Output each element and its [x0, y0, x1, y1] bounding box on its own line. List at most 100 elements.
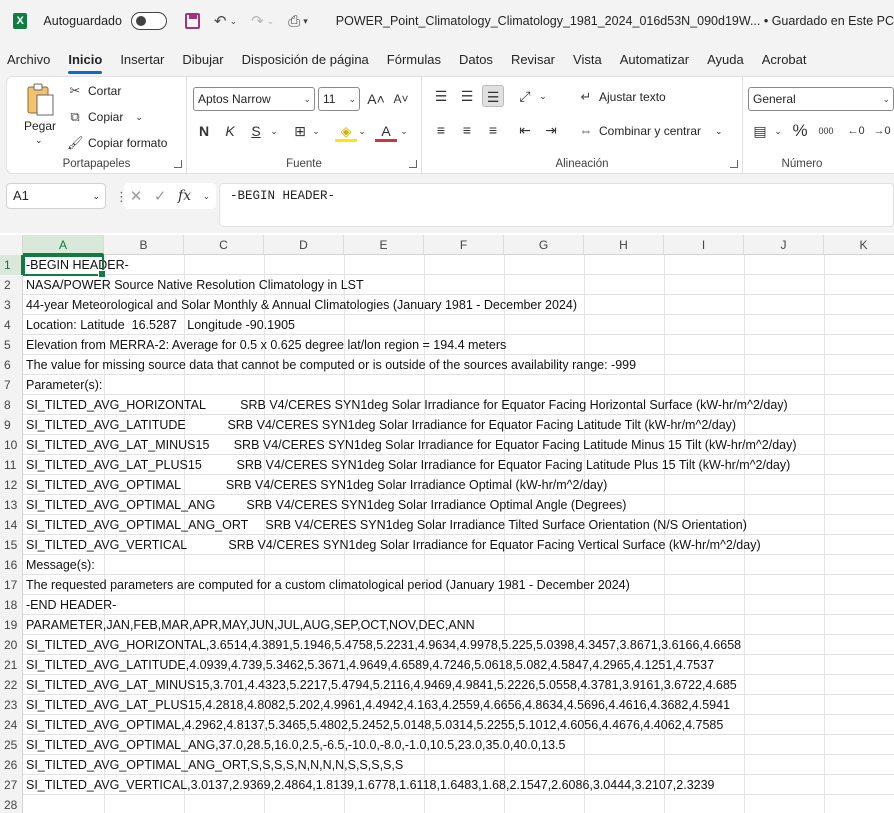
- align-left-icon[interactable]: ≡: [430, 119, 452, 141]
- align-center-icon[interactable]: ≡: [456, 119, 478, 141]
- cancel-icon[interactable]: ✕: [130, 187, 143, 205]
- row-header[interactable]: 10: [0, 435, 23, 455]
- formula-input[interactable]: -BEGIN HEADER-: [219, 183, 894, 227]
- select-all-corner[interactable]: [0, 235, 23, 255]
- tab-dibujar[interactable]: Dibujar: [182, 52, 223, 67]
- row-header[interactable]: 18: [0, 595, 23, 615]
- column-header-i[interactable]: I: [664, 235, 744, 255]
- align-right-icon[interactable]: ≡: [482, 119, 504, 141]
- row-header[interactable]: 6: [0, 355, 23, 375]
- decrease-indent-icon[interactable]: ⇤: [514, 119, 536, 141]
- percent-button[interactable]: %: [789, 120, 811, 142]
- row-header[interactable]: 15: [0, 535, 23, 555]
- align-top-icon[interactable]: ☰: [430, 85, 452, 107]
- align-bottom-icon[interactable]: ☰: [482, 85, 504, 107]
- row-header[interactable]: 3: [0, 295, 23, 315]
- redo-dropdown-icon[interactable]: ⌄: [267, 16, 275, 26]
- cell-a[interactable]: SI_TILTED_AVG_OPTIMAL_ANG_ORT SRB V4/CER…: [26, 515, 747, 535]
- customize-toolbar-icon[interactable]: ▾: [303, 16, 308, 26]
- row-header[interactable]: 13: [0, 495, 23, 515]
- row-header[interactable]: 12: [0, 475, 23, 495]
- row-header[interactable]: 2: [0, 275, 23, 295]
- paste-button[interactable]: Pegar: [24, 119, 56, 133]
- tab-automatizar[interactable]: Automatizar: [620, 52, 689, 67]
- accounting-dropdown-icon[interactable]: ⌄: [767, 120, 789, 142]
- tab-vista[interactable]: Vista: [573, 52, 602, 67]
- cell-a[interactable]: SI_TILTED_AVG_HORIZONTAL,3.6514,4.3891,5…: [26, 635, 741, 655]
- row-header[interactable]: 11: [0, 455, 23, 475]
- portapapeles-launcher-icon[interactable]: [174, 160, 182, 168]
- cell-a[interactable]: 44-year Meteorological and Solar Monthly…: [26, 295, 577, 315]
- row-header[interactable]: 23: [0, 695, 23, 715]
- number-format-combo[interactable]: General ⌄: [748, 87, 894, 111]
- cell-a[interactable]: -END HEADER-: [26, 595, 116, 615]
- merge-dropdown-icon[interactable]: ⌄: [715, 126, 723, 137]
- cell-a[interactable]: SI_TILTED_AVG_OPTIMAL SRB V4/CERES SYN1d…: [26, 475, 607, 495]
- cell-a[interactable]: SI_TILTED_AVG_OPTIMAL_ANG_ORT,S,S,S,S,N,…: [26, 755, 403, 775]
- column-header-d[interactable]: D: [264, 235, 344, 255]
- active-cell-selection[interactable]: [23, 255, 106, 278]
- row-header[interactable]: 21: [0, 655, 23, 675]
- tab-disposicion[interactable]: Disposición de página: [242, 52, 369, 67]
- cell-a[interactable]: Location: Latitude 16.5287 Longitude -90…: [26, 315, 295, 335]
- row-header[interactable]: 7: [0, 375, 23, 395]
- save-icon[interactable]: [185, 13, 200, 29]
- cell-a[interactable]: SI_TILTED_AVG_OPTIMAL_ANG SRB V4/CERES S…: [26, 495, 626, 515]
- format-painter-button[interactable]: 🖌 Copiar formato: [67, 135, 167, 151]
- paste-dropdown-icon[interactable]: ⌄: [35, 135, 43, 146]
- tab-formulas[interactable]: Fórmulas: [387, 52, 441, 67]
- column-header-k[interactable]: K: [824, 235, 894, 255]
- cell-a[interactable]: SI_TILTED_AVG_VERTICAL SRB V4/CERES SYN1…: [26, 535, 761, 555]
- font-size-combo[interactable]: 11 ⌄: [318, 87, 360, 111]
- row-header[interactable]: 24: [0, 715, 23, 735]
- redo-icon[interactable]: ↷: [251, 14, 264, 29]
- merge-center-button[interactable]: ⇔ Combinar y centrar ⌄: [578, 123, 723, 139]
- row-header[interactable]: 1: [0, 255, 23, 275]
- autosave-toggle[interactable]: [130, 12, 168, 30]
- row-header[interactable]: 5: [0, 335, 23, 355]
- tab-archivo[interactable]: Archivo: [7, 52, 50, 67]
- underline-dropdown-icon[interactable]: ⌄: [263, 120, 285, 142]
- grow-font-icon[interactable]: A˄: [365, 88, 387, 110]
- column-header-c[interactable]: C: [184, 235, 264, 255]
- row-header[interactable]: 20: [0, 635, 23, 655]
- wrap-text-button[interactable]: ↵ Ajustar texto: [578, 89, 666, 105]
- copy-button[interactable]: ⧉ Copiar ⌄: [67, 109, 143, 125]
- row-header[interactable]: 4: [0, 315, 23, 335]
- copy-dropdown-icon[interactable]: ⌄: [135, 112, 143, 123]
- row-header[interactable]: 25: [0, 735, 23, 755]
- cell-a[interactable]: SI_TILTED_AVG_HORIZONTAL SRB V4/CERES SY…: [26, 395, 788, 415]
- increase-indent-icon[interactable]: ⇥: [540, 119, 562, 141]
- column-header-h[interactable]: H: [584, 235, 664, 255]
- undo-icon[interactable]: ↶: [214, 14, 227, 29]
- shrink-font-icon[interactable]: A˅: [390, 88, 412, 110]
- font-color-dropdown-icon[interactable]: ⌄: [393, 120, 415, 142]
- column-header-f[interactable]: F: [424, 235, 504, 255]
- row-header[interactable]: 19: [0, 615, 23, 635]
- row-header[interactable]: 14: [0, 515, 23, 535]
- fuente-launcher-icon[interactable]: [409, 160, 417, 168]
- borders-dropdown-icon[interactable]: ⌄: [305, 120, 327, 142]
- cell-a[interactable]: Parameter(s):: [26, 375, 102, 395]
- bold-button[interactable]: N: [193, 120, 215, 142]
- column-header-e[interactable]: E: [344, 235, 424, 255]
- increase-decimal-icon[interactable]: ←0: [845, 120, 867, 142]
- cell-a[interactable]: PARAMETER,JAN,FEB,MAR,APR,MAY,JUN,JUL,AU…: [26, 615, 475, 635]
- orientation-dropdown-icon[interactable]: ⌄: [532, 85, 554, 107]
- cell-a[interactable]: SI_TILTED_AVG_LAT_MINUS15,3.701,4.4323,5…: [26, 675, 737, 695]
- confirm-icon[interactable]: ✓: [154, 187, 167, 205]
- cell-a[interactable]: NASA/POWER Source Native Resolution Clim…: [26, 275, 364, 295]
- tab-revisar[interactable]: Revisar: [511, 52, 555, 67]
- cell-a[interactable]: SI_TILTED_AVG_LAT_MINUS15 SRB V4/CERES S…: [26, 435, 797, 455]
- decrease-decimal-icon[interactable]: →0: [871, 120, 893, 142]
- print-preview-icon[interactable]: ⎙: [288, 14, 300, 29]
- row-header[interactable]: 27: [0, 775, 23, 795]
- row-header[interactable]: 17: [0, 575, 23, 595]
- cut-button[interactable]: ✂ Cortar: [67, 83, 122, 99]
- cell-a[interactable]: SI_TILTED_AVG_LAT_PLUS15 SRB V4/CERES SY…: [26, 455, 790, 475]
- cell-a[interactable]: SI_TILTED_AVG_LAT_PLUS15,4.2818,4.8082,5…: [26, 695, 730, 715]
- undo-dropdown-icon[interactable]: ⌄: [230, 16, 238, 26]
- row-header[interactable]: 9: [0, 415, 23, 435]
- tab-datos[interactable]: Datos: [459, 52, 493, 67]
- tab-ayuda[interactable]: Ayuda: [707, 52, 744, 67]
